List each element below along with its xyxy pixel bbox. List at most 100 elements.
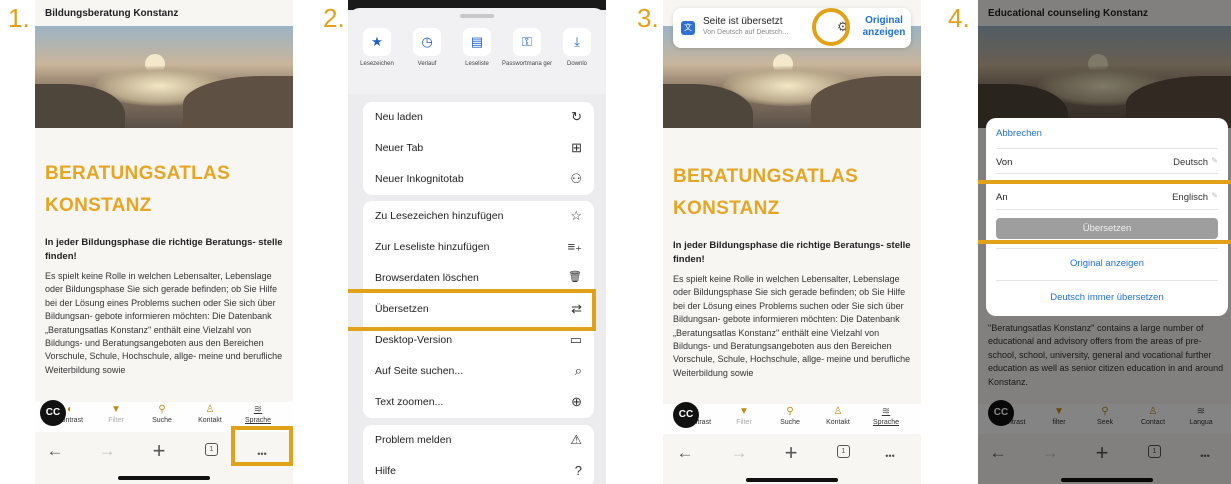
zoom-icon: ⊕ bbox=[571, 394, 582, 409]
desktop-icon: ▭ bbox=[569, 332, 582, 347]
toolbar-search[interactable]: ⚲ Suche bbox=[765, 404, 815, 426]
translate-item-highlight bbox=[348, 289, 596, 331]
download-icon: ⤓ bbox=[563, 28, 591, 56]
menu-item-reload[interactable]: Neu laden ↻ bbox=[363, 102, 594, 133]
menu-item-report-problem[interactable]: Problem melden ⚠ bbox=[363, 425, 594, 456]
filter-icon: ▼ bbox=[739, 406, 749, 417]
star-icon: ★ bbox=[363, 28, 391, 56]
phone-screen-3: 文 Seite ist übersetzt Von Deutsch auf De… bbox=[663, 0, 921, 484]
toolbar-search-label: Suche bbox=[152, 417, 172, 424]
heading-line-2: KONSTANZ bbox=[45, 195, 152, 216]
step-number-3: 3. bbox=[637, 3, 659, 33]
toolbar-search[interactable]: ⚲ Suche bbox=[137, 402, 187, 424]
target-language-highlight bbox=[978, 180, 1231, 244]
toolbar-contact[interactable]: ♙ Kontakt bbox=[813, 404, 863, 426]
cc-button[interactable]: CC bbox=[673, 402, 699, 428]
step-number-4: 4. bbox=[948, 3, 970, 33]
back-button[interactable]: ← bbox=[43, 442, 67, 460]
forward-button[interactable]: → bbox=[727, 444, 751, 462]
phone-screen-1: Bildungsberatung Konstanz BERATUNGSATLAS… bbox=[35, 0, 293, 484]
toolbar-filter[interactable]: ▼ Filter bbox=[719, 404, 769, 426]
help-icon: ? bbox=[574, 463, 582, 478]
reading-list-add-icon: ≡₊ bbox=[567, 239, 582, 254]
toolbar-filter-label: Filter bbox=[108, 417, 124, 424]
more-menu-button[interactable]: ••• bbox=[873, 447, 907, 465]
menu-group-3: Problem melden ⚠ Hilfe? bbox=[363, 425, 594, 484]
body-paragraph: Es spielt keine Rolle in welchen Lebensa… bbox=[673, 274, 911, 378]
menu-item-add-bookmark[interactable]: Zu Lesezeichen hinzufügen ☆ bbox=[363, 201, 594, 232]
menu-item-add-reading-list[interactable]: Zur Leseliste hinzufügen ≡₊ bbox=[363, 232, 594, 263]
accessibility-toolbar: ◐Kontrast ▼Filter ⚲Suche ♙Kontakt ≋Sprac… bbox=[663, 404, 921, 434]
sheet-grabber[interactable] bbox=[460, 14, 494, 18]
tab-count-button[interactable]: 1 bbox=[837, 445, 850, 458]
translate-icon: 文 bbox=[681, 21, 695, 35]
menu-group-1: Neu laden ↻ Neuer Tab ⊞ Neuer Inkognitotab… bbox=[363, 102, 594, 195]
clock-icon: ◷ bbox=[413, 28, 441, 56]
back-button[interactable]: ← bbox=[673, 444, 697, 462]
subheading: In jeder Bildungsphase die richtige Bera… bbox=[45, 237, 283, 262]
new-tab-button[interactable]: + bbox=[147, 440, 171, 462]
search-icon: ⚲ bbox=[158, 404, 166, 415]
toolbar-filter[interactable]: ▼ Filter bbox=[91, 402, 141, 424]
menu-item-help[interactable]: Hilfe? bbox=[363, 456, 594, 484]
cc-button[interactable]: CC bbox=[40, 400, 66, 426]
new-tab-icon: ⊞ bbox=[571, 140, 582, 155]
cancel-button[interactable]: Abbrechen bbox=[996, 128, 1042, 139]
from-language-row[interactable]: Von Deutsch ✎ bbox=[996, 148, 1218, 174]
heading-line-1: BERATUNGSATLAS bbox=[673, 166, 859, 187]
incognito-icon: ⚇ bbox=[570, 171, 582, 186]
heading-line-1: BERATUNGSATLAS bbox=[45, 163, 231, 184]
phone-screen-2: ★ Lesezeichen ◷ Verlauf ▤ Leseliste ⚿ Passwo… bbox=[348, 0, 606, 484]
menu-item-incognito-tab[interactable]: Neuer Inkognitotab ⚇ bbox=[363, 164, 594, 195]
home-indicator bbox=[118, 476, 210, 480]
heading-line-2: KONSTANZ bbox=[673, 198, 780, 219]
always-translate-link[interactable]: Deutsch immer übersetzen bbox=[996, 292, 1218, 303]
menu-item-find-in-page[interactable]: Auf Seite suchen... ⌕ bbox=[363, 356, 594, 387]
browser-menu-sheet: ★ Lesezeichen ◷ Verlauf ▤ Leseliste ⚿ Passwo… bbox=[348, 0, 606, 484]
person-icon: ♙ bbox=[205, 404, 215, 415]
translation-banner: 文 Seite ist übersetzt Von Deutsch auf De… bbox=[673, 8, 911, 48]
reading-list-icon: ▤ bbox=[463, 28, 491, 56]
subheading: In jeder Bildungsphase die richtige Bera… bbox=[673, 240, 911, 265]
menu-item-text-zoom[interactable]: Text zoomen... ⊕ bbox=[363, 387, 594, 418]
step-number-1: 1. bbox=[8, 3, 30, 33]
star-outline-icon: ☆ bbox=[570, 208, 582, 223]
warning-icon: ⚠ bbox=[570, 432, 582, 447]
toolbar-language[interactable]: ≋ Sprache bbox=[861, 404, 911, 426]
divider bbox=[996, 280, 1218, 281]
site-title: Bildungsberatung Konstanz bbox=[45, 8, 179, 19]
toolbar-contact[interactable]: ♙ Kontakt bbox=[185, 402, 235, 424]
banner-title: Seite ist übersetzt bbox=[703, 16, 783, 27]
divider bbox=[996, 248, 1218, 249]
find-icon: ⌕ bbox=[574, 363, 582, 378]
toolbar-contact-label: Kontakt bbox=[198, 417, 222, 424]
page-heading: BERATUNGSATLAS KONSTANZ bbox=[45, 160, 285, 220]
phone-screen-4: Educational counseling Konstanz "Beratun… bbox=[978, 0, 1231, 484]
show-original-link[interactable]: Original anzeigen bbox=[996, 258, 1218, 269]
edit-icon: ✎ bbox=[1211, 156, 1218, 165]
hero-image bbox=[35, 26, 293, 128]
toolbar-language[interactable]: ≋ Sprache bbox=[233, 402, 283, 424]
step-number-2: 2. bbox=[323, 3, 345, 33]
language-icon: ≋ bbox=[253, 404, 263, 415]
person-icon: ♙ bbox=[833, 406, 843, 417]
filter-icon: ▼ bbox=[111, 404, 121, 415]
tab-count-button[interactable]: 1 bbox=[205, 443, 218, 456]
show-original-link[interactable]: Original anzeigen bbox=[859, 15, 909, 39]
reload-icon: ↻ bbox=[571, 109, 582, 124]
home-indicator bbox=[746, 478, 838, 482]
forward-button[interactable]: → bbox=[95, 442, 119, 460]
from-label: Von bbox=[996, 157, 1013, 168]
menu-item-new-tab[interactable]: Neuer Tab ⊞ bbox=[363, 133, 594, 164]
toolbar-language-label: Sprache bbox=[244, 417, 272, 424]
settings-highlight bbox=[812, 8, 850, 46]
key-icon: ⚿ bbox=[513, 28, 541, 56]
body-paragraph: Es spielt keine Rolle in welchen Lebensa… bbox=[45, 271, 283, 375]
banner-subtitle: Von Deutsch auf Deutsch… bbox=[703, 29, 789, 36]
more-button-highlight bbox=[231, 426, 293, 466]
new-tab-button[interactable]: + bbox=[779, 442, 803, 464]
search-icon: ⚲ bbox=[786, 406, 794, 417]
page-heading: BERATUNGSATLAS KONSTANZ bbox=[673, 163, 913, 223]
quick-action-downloads[interactable]: ⤓ Downlo bbox=[548, 28, 606, 68]
from-value: Deutsch bbox=[1173, 157, 1208, 168]
